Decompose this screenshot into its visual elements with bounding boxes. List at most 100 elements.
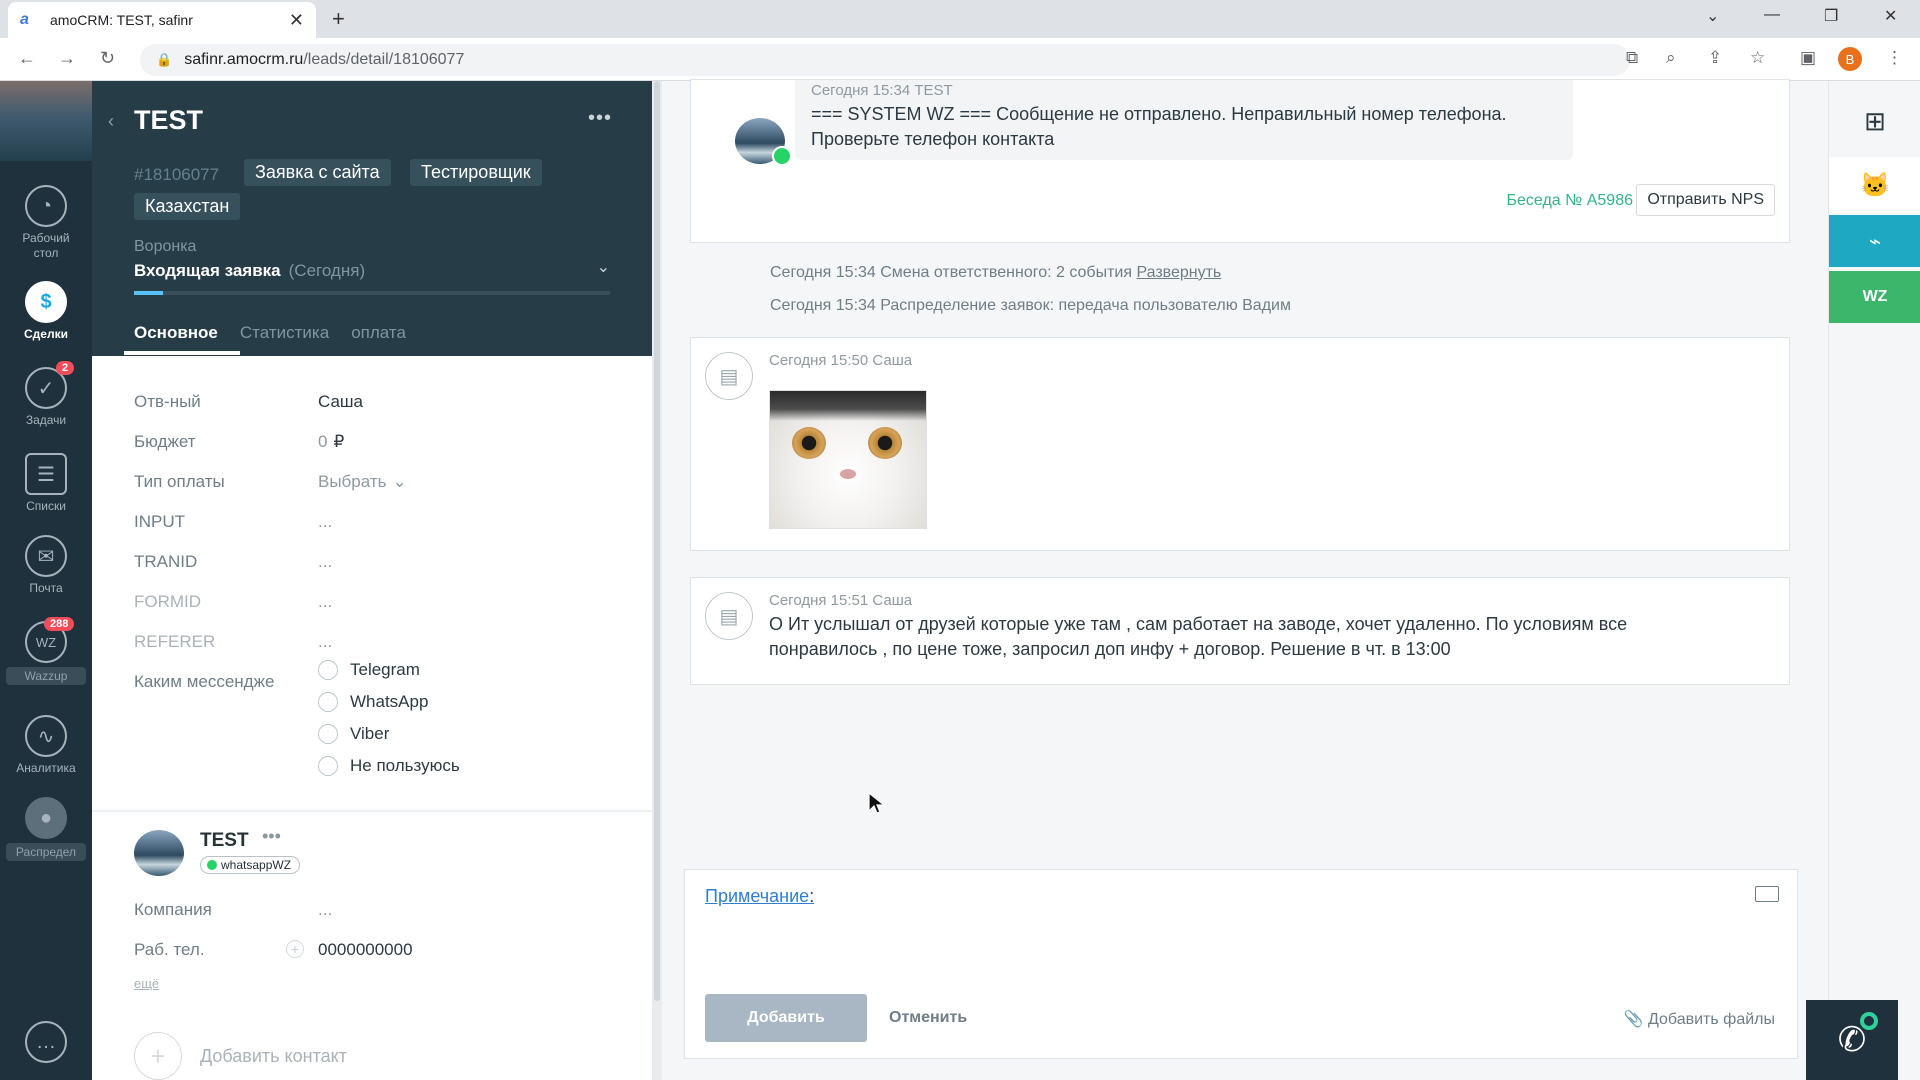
tranid-value[interactable]: ... — [318, 552, 332, 572]
conversation-link[interactable]: Беседа № A5986 — [1507, 192, 1634, 210]
nav-item-wazzup[interactable]: WZ Wazzup 288 — [0, 617, 92, 685]
back-chevron-icon[interactable]: ‹ — [108, 111, 114, 132]
radio-circle[interactable] — [318, 660, 338, 680]
minimize-icon[interactable]: — — [1764, 6, 1780, 24]
radio-label: Не пользуюсь — [350, 756, 460, 775]
tab-payment[interactable]: оплата — [351, 323, 406, 343]
currency-unit: ₽ — [333, 432, 345, 451]
plus-icon: + — [134, 1032, 182, 1080]
paperclip-icon: 📎 — [1623, 1011, 1648, 1028]
lead-menu-icon[interactable]: ••• — [588, 107, 612, 130]
translate-icon[interactable]: ⧉ — [1626, 48, 1638, 68]
tab-main[interactable]: Основное — [134, 323, 218, 343]
url-path: /leads/detail/18106077 — [303, 51, 465, 68]
note-text-line: понравилось , по цене тоже, запросил доп… — [769, 639, 1451, 659]
cat-widget-icon[interactable]: 🐱 — [1829, 157, 1920, 213]
tab-statistics[interactable]: Статистика — [240, 323, 329, 343]
zoom-icon[interactable]: ⌕ — [1666, 48, 1676, 68]
lead-tabs: Основное Статистика оплата — [134, 323, 406, 343]
chevron-down-icon[interactable]: ⌄ — [597, 257, 610, 277]
nav-item-lists[interactable]: ☰ Списки — [0, 453, 92, 513]
left-nav: ◔ Рабочий стол $ Сделки ✓ Задачи 2 ☰ Спи… — [0, 81, 92, 1080]
nav-item-mail[interactable]: ✉ Почта — [0, 535, 92, 595]
scrollbar-thumb[interactable] — [654, 81, 660, 1001]
restore-icon[interactable]: ❐ — [1824, 6, 1838, 26]
lead-scrollbar[interactable] — [652, 81, 662, 1080]
share-icon[interactable]: ⇪ — [1708, 48, 1722, 68]
new-tab-icon[interactable]: + — [332, 6, 345, 32]
wz-widget[interactable]: WZ — [1829, 271, 1920, 323]
budget-value[interactable]: 0 — [318, 432, 327, 452]
lead-tag[interactable]: Заявка с сайта — [244, 159, 391, 186]
lead-tag[interactable]: Тестировщик — [410, 159, 542, 186]
input-value[interactable]: ... — [318, 512, 332, 532]
attach-files-button[interactable]: 📎 Добавить файлы — [1624, 1009, 1775, 1029]
nav-label: Wazzup — [6, 667, 86, 685]
stage-select[interactable]: Входящая заявка (Сегодня) — [134, 261, 365, 281]
nav-item-deals[interactable]: $ Сделки — [0, 281, 92, 341]
note-composer[interactable]: Примечание: Добавить Отменить 📎 Добавить… — [684, 869, 1798, 1059]
back-icon[interactable]: ← — [18, 48, 36, 69]
responsible-value[interactable]: Саша — [318, 392, 363, 412]
radio-whatsapp[interactable]: WhatsApp — [318, 692, 428, 712]
profile-avatar[interactable]: B — [1838, 47, 1862, 71]
note-type-label[interactable]: Примечание — [705, 886, 809, 906]
add-phone-icon[interactable]: + — [286, 940, 304, 958]
contact-menu-icon[interactable]: ••• — [262, 826, 281, 847]
nav-item-chat[interactable]: … — [0, 1021, 92, 1067]
note-type-link[interactable]: Примечание: — [705, 886, 814, 907]
radio-circle[interactable] — [318, 692, 338, 712]
image-detail — [792, 427, 826, 459]
nav-item-analytics[interactable]: ∿ Аналитика — [0, 715, 92, 775]
nav-item-dashboard[interactable]: ◔ Рабочий стол — [0, 185, 92, 261]
field-label: Компания — [134, 900, 212, 919]
contact-avatar[interactable] — [134, 830, 184, 876]
field-label: Тип оплаты — [134, 472, 225, 491]
radio-telegram[interactable]: Telegram — [318, 660, 420, 680]
tasks-badge: 2 — [56, 361, 75, 375]
more-fields-link[interactable]: ещё — [134, 976, 159, 991]
reload-icon[interactable]: ↻ — [100, 48, 115, 69]
chevron-down-icon[interactable]: ⌄ — [392, 472, 406, 492]
distribution-icon: ● — [25, 797, 67, 839]
nav-item-tasks[interactable]: ✓ Задачи 2 — [0, 361, 92, 427]
window-close-icon[interactable]: ✕ — [1884, 6, 1897, 26]
add-contact-button[interactable]: + Добавить контакт — [134, 1032, 347, 1080]
forward-icon[interactable]: → — [58, 48, 76, 69]
nav-label: Распредел — [6, 843, 86, 861]
lead-tag[interactable]: Казахстан — [134, 193, 241, 220]
stage-when: (Сегодня) — [288, 261, 366, 280]
activity-widget-icon[interactable]: ⌁ — [1829, 215, 1920, 267]
add-panel-icon[interactable]: ⊞ — [1829, 99, 1920, 143]
add-note-button[interactable]: Добавить — [705, 994, 867, 1042]
nav-item-distribution[interactable]: ● Распредел — [0, 797, 92, 861]
tab-search-icon[interactable]: ⌄ — [1706, 6, 1719, 26]
payment-type-select[interactable]: Выбрать — [318, 472, 386, 492]
nav-label: Списки — [26, 499, 66, 513]
phone-widget[interactable]: ✆ — [1806, 1000, 1898, 1080]
lead-title[interactable]: TEST — [134, 105, 203, 136]
radio-viber[interactable]: Viber — [318, 724, 389, 744]
radio-none[interactable]: Не пользуюсь — [318, 756, 460, 776]
cancel-button[interactable]: Отменить — [889, 1009, 967, 1027]
referer-value[interactable]: ... — [318, 632, 332, 652]
browser-menu-icon[interactable]: ⋮ — [1886, 48, 1903, 68]
formid-value[interactable]: ... — [318, 592, 332, 612]
radio-circle[interactable] — [318, 724, 338, 744]
contact-channel-badge[interactable]: whatsappWZ — [200, 856, 301, 874]
side-panel-icon[interactable]: ▣ — [1800, 48, 1816, 68]
browser-tab[interactable]: a amoCRM: TEST, safinr ✕ — [8, 2, 316, 38]
radio-circle[interactable] — [318, 756, 338, 776]
address-bar[interactable]: 🔒 safinr.amocrm.ru/leads/detail/18106077 — [140, 44, 1630, 76]
tab-close-icon[interactable]: ✕ — [289, 10, 304, 31]
attach-label: Добавить файлы — [1648, 1011, 1775, 1028]
contact-name[interactable]: TEST — [200, 830, 249, 852]
send-nps-button[interactable]: Отправить NPS — [1636, 184, 1775, 216]
nav-account-image[interactable] — [0, 81, 92, 161]
expand-link[interactable]: Развернуть — [1136, 264, 1221, 281]
phone-value[interactable]: 0000000000 — [318, 940, 413, 960]
company-value[interactable]: ... — [318, 900, 332, 920]
bookmark-star-icon[interactable]: ☆ — [1750, 48, 1765, 68]
keyboard-icon[interactable] — [1755, 886, 1779, 902]
attached-cat-image[interactable] — [769, 390, 927, 529]
